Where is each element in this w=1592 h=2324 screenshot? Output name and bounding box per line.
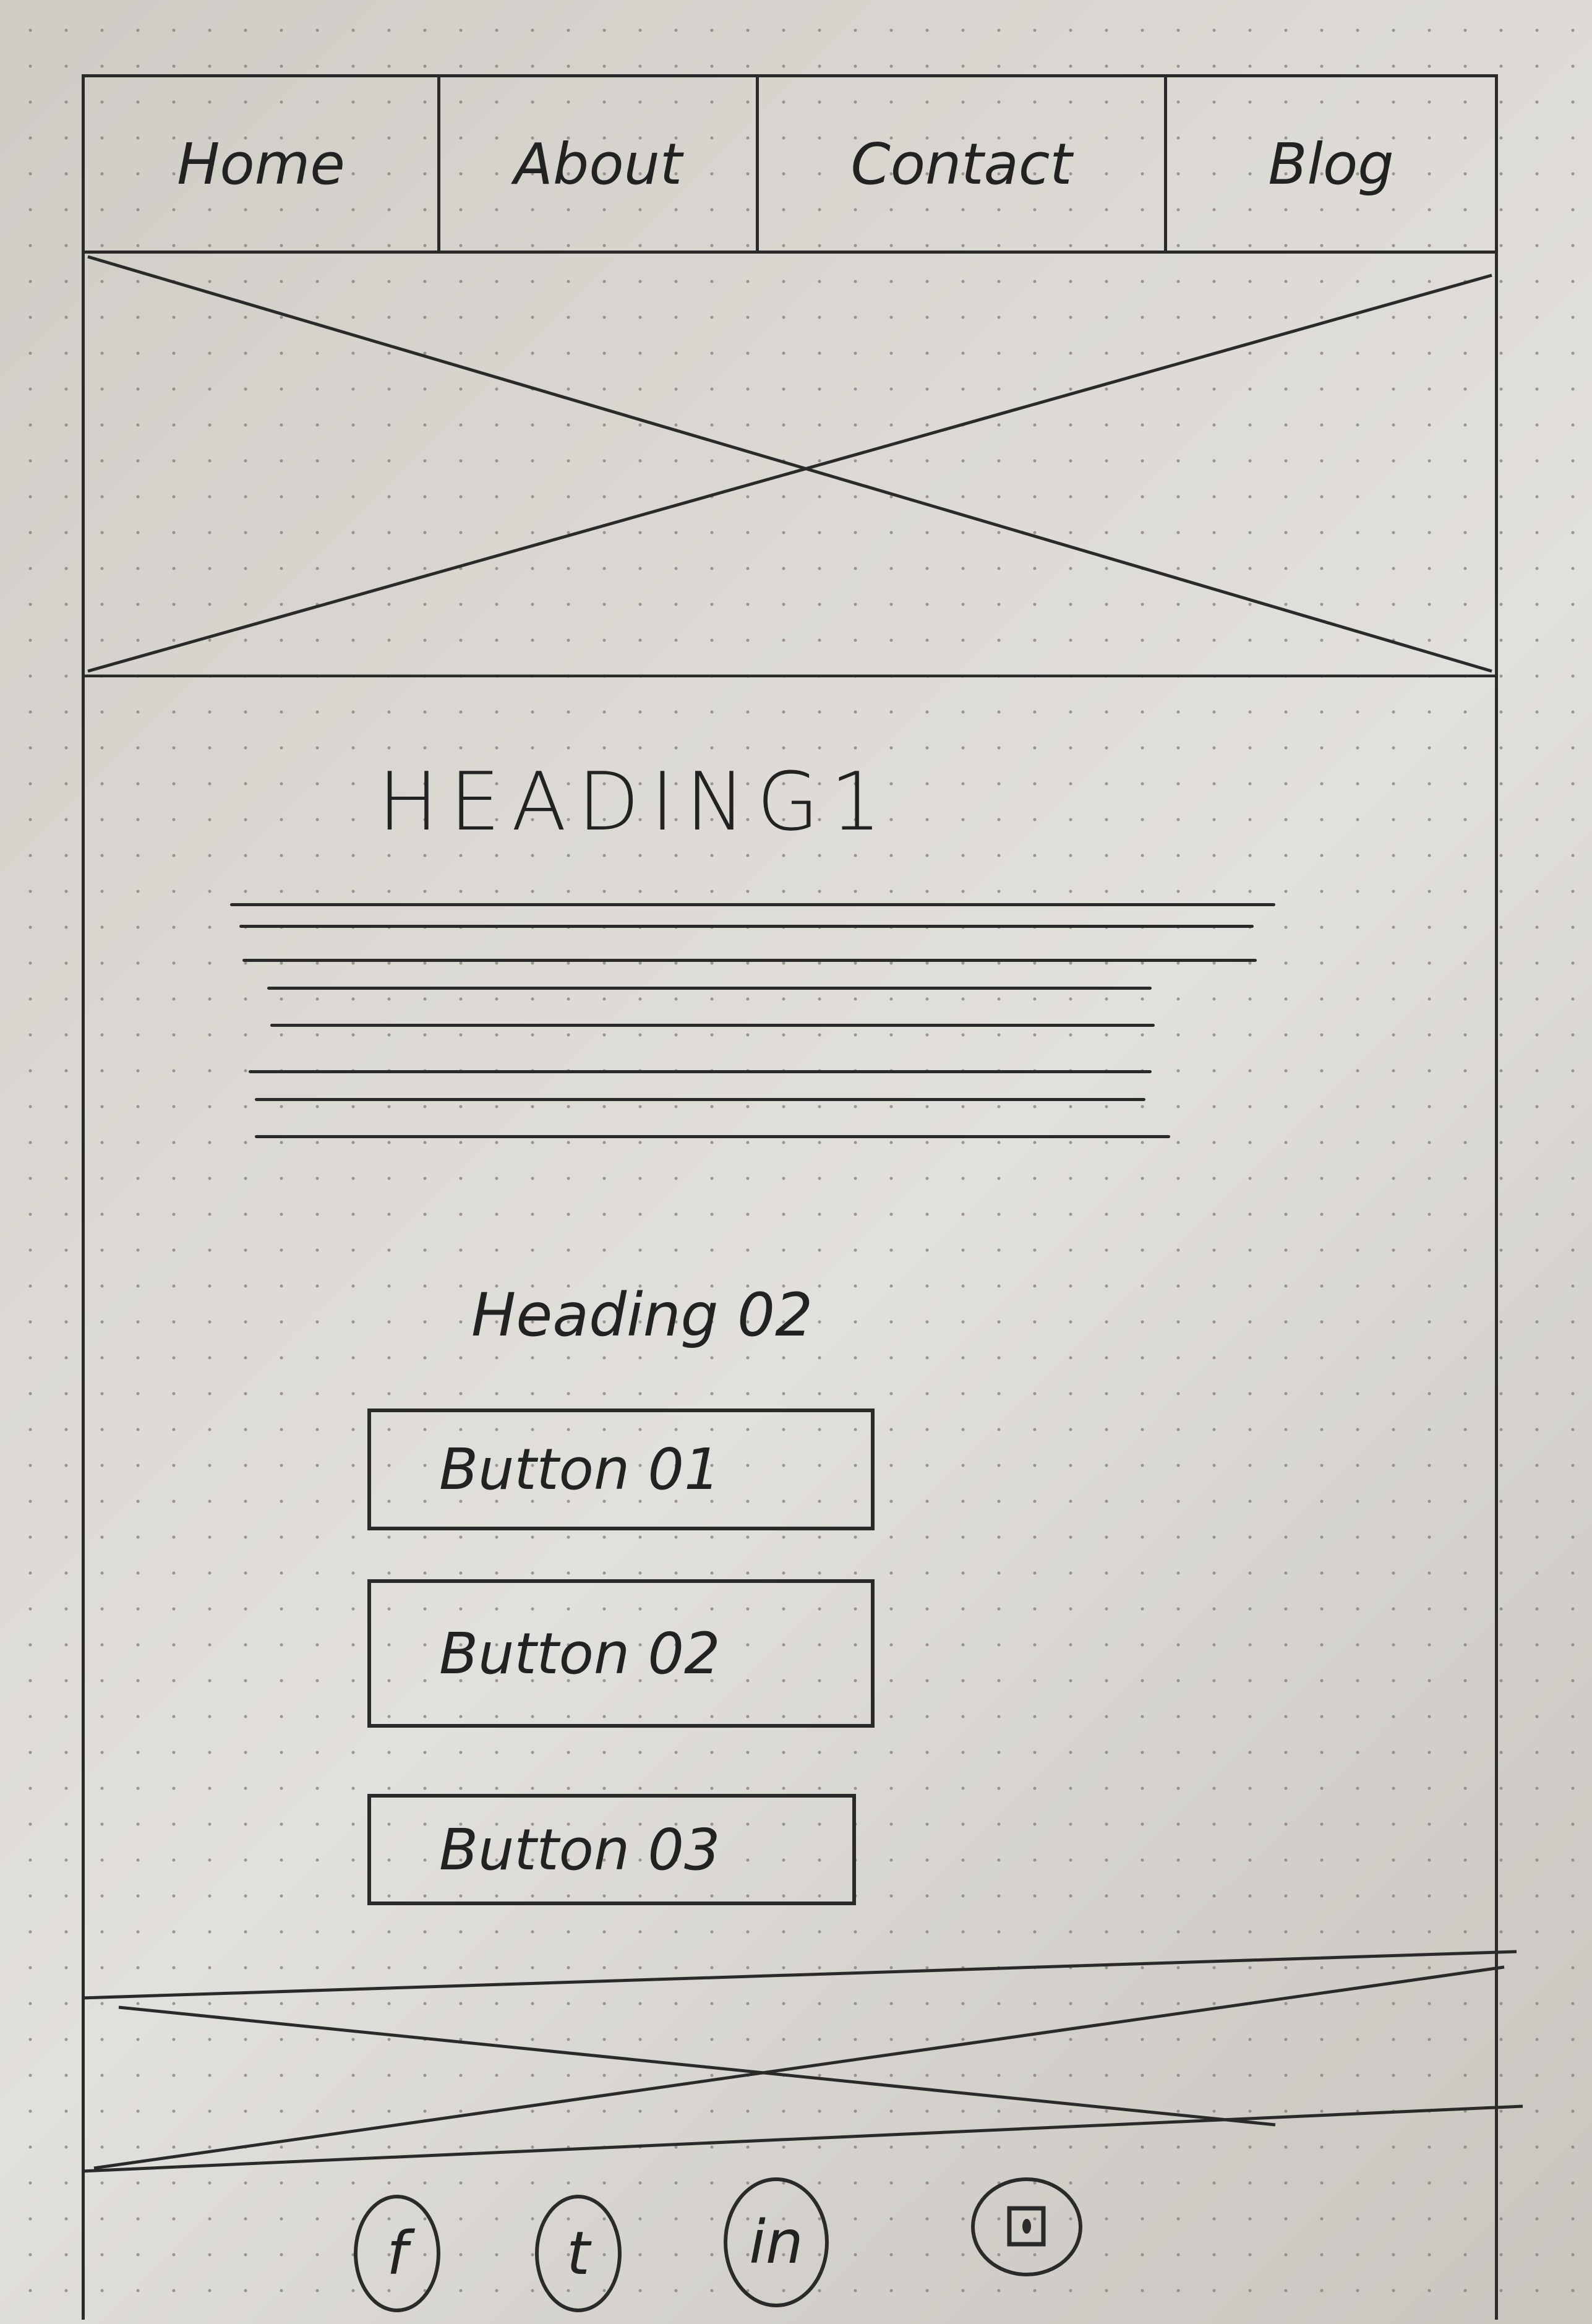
hero-cross-line: [87, 255, 1492, 673]
hero-cross-line: [87, 273, 1492, 673]
nav-item-home[interactable]: Home: [85, 77, 440, 251]
button-02[interactable]: Button 02: [367, 1579, 875, 1728]
hero-image-placeholder: [82, 251, 1498, 677]
facebook-icon[interactable]: f: [354, 2195, 440, 2312]
instagram-icon[interactable]: [971, 2177, 1082, 2276]
camera-glyph: [1007, 2206, 1046, 2247]
footer-border-line: [82, 1950, 1517, 2000]
text-line: [270, 1024, 1155, 1027]
linkedin-icon[interactable]: in: [724, 2177, 829, 2307]
heading-1: HEADING1: [378, 755, 892, 849]
text-line: [267, 987, 1152, 990]
button-01[interactable]: Button 01: [367, 1409, 875, 1530]
text-line: [242, 959, 1257, 962]
button-03[interactable]: Button 03: [367, 1794, 856, 1905]
nav-item-contact[interactable]: Contact: [759, 77, 1167, 251]
footer-image-placeholder: [82, 1950, 1523, 2173]
twitter-icon[interactable]: t: [535, 2195, 622, 2312]
text-line: [230, 903, 1275, 906]
text-line: [239, 925, 1254, 928]
text-line: [255, 1098, 1145, 1101]
heading-2: Heading 02: [471, 1280, 813, 1350]
nav-item-blog[interactable]: Blog: [1167, 77, 1495, 251]
paragraph-placeholder: [230, 903, 1282, 1138]
nav-item-about[interactable]: About: [440, 77, 759, 251]
nav-bar: Home About Contact Blog: [82, 74, 1498, 254]
text-line: [249, 1070, 1152, 1073]
text-line: [255, 1135, 1170, 1138]
